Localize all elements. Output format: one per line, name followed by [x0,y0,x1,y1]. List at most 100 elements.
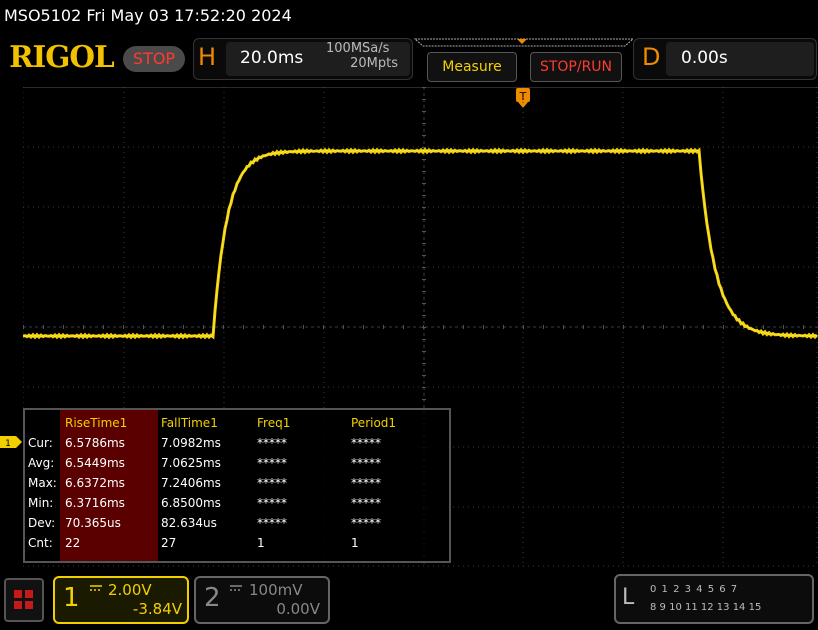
measurement-value: ***** [257,476,287,490]
center-tick [422,135,426,136]
measurement-value: ***** [351,496,381,510]
center-tick [563,325,564,329]
measurement-value: 7.2406ms [161,476,221,490]
center-tick [422,123,426,124]
measurement-value: 6.8500ms [161,496,221,510]
center-tick [223,325,224,329]
ch1-offset-marker[interactable]: 1 [0,436,22,448]
measurement-row-label: Avg: [28,456,55,470]
logic-channels-row2: 8 9 10 11 12 13 14 15 [650,602,762,613]
measurement-value: 6.5449ms [65,456,125,470]
center-tick [343,325,344,329]
center-tick [83,325,84,329]
center-tick [263,325,264,329]
center-tick [422,231,426,232]
center-tick [303,325,304,329]
ch1-marker-label: 1 [5,439,11,448]
measurement-value: 27 [161,536,177,550]
stop-run-button[interactable]: STOP/RUN [530,52,622,82]
center-tick [163,325,164,329]
measurement-value: 7.0982ms [161,436,221,450]
center-tick [422,351,426,352]
ch1-trace-noise [23,149,818,338]
center-tick [243,325,244,329]
dc-coupling-icon [90,585,102,591]
center-tick [143,325,144,329]
measurement-header[interactable]: Period1 [351,416,396,430]
center-tick [523,325,524,329]
measurement-value: 6.6372ms [65,476,125,490]
horizontal-letter: H [198,43,217,71]
logic-channels-row1: 0 1 2 3 4 5 6 7 [650,584,739,595]
center-tick [43,325,44,329]
center-tick [283,325,284,329]
ch1-scale: 2.00V [108,581,152,599]
center-tick [422,363,426,364]
center-tick [422,243,426,244]
center-tick [103,325,104,329]
center-tick [683,325,684,329]
ch2-offset: 0.00V [276,600,320,618]
center-tick [583,325,584,329]
measurement-value: ***** [257,436,287,450]
center-tick [663,325,664,329]
center-tick [23,325,24,329]
measurement-header[interactable]: FallTime1 [161,416,218,430]
ch1-number: 1 [63,583,80,613]
center-tick [643,325,644,329]
home-menu-button[interactable] [4,578,44,622]
model-datetime: MSO5102 Fri May 03 17:52:20 2024 [4,6,292,25]
measurement-row-label: Cnt: [28,536,53,550]
rigol-logo: RIGOL [9,40,115,75]
center-tick [422,387,426,388]
measurement-value: 6.5786ms [65,436,125,450]
sample-rate: 100MSa/s [326,41,390,56]
measurement-row-label: Cur: [28,436,53,450]
measurement-value: ***** [257,516,287,530]
center-tick [422,219,426,220]
measurement-value: 1 [351,536,359,550]
center-tick [703,325,704,329]
memory-position-bar[interactable] [413,38,635,48]
ch1-trace [23,147,818,340]
ch2-number: 2 [204,583,221,613]
ch2-dc-coupling-icon [230,585,242,591]
center-tick [203,325,204,329]
ch2-scale: 100mV [249,581,303,599]
run-state-badge[interactable]: STOP [123,46,185,72]
center-tick [422,255,426,256]
center-tick [323,325,324,329]
center-tick [422,339,426,340]
measurement-value: 6.3716ms [65,496,125,510]
measurement-value: ***** [257,456,287,470]
center-tick [422,327,426,328]
measurement-header[interactable]: Freq1 [257,416,290,430]
center-tick [443,325,444,329]
measurement-value: ***** [351,516,381,530]
center-tick [723,325,724,329]
measurement-value: 7.0625ms [161,456,221,470]
measurement-header[interactable]: RiseTime1 [65,416,127,430]
center-tick [422,291,426,292]
center-tick [183,325,184,329]
measurement-table: RiseTime1 6.5786ms 6.5449ms 6.6372ms 6.3716m… [23,408,451,563]
center-tick [422,399,426,400]
center-tick [422,303,426,304]
center-tick [123,325,124,329]
measurement-value: ***** [351,436,381,450]
grid-menu-icon [14,590,33,609]
center-tick [422,267,426,268]
center-tick [422,147,426,148]
measurement-row-label: Max: [28,476,57,490]
center-tick [422,207,426,208]
center-tick [403,325,404,329]
measurement-value: ***** [351,476,381,490]
ch1-offset: -3.84V [132,600,182,618]
measure-button[interactable]: Measure [427,52,517,82]
measurement-row-label: Min: [28,496,54,510]
center-tick [63,325,64,329]
timebase-value: 20.0ms [240,48,304,68]
center-tick [483,325,484,329]
center-tick [623,325,624,329]
logic-analyzer-button[interactable] [614,574,814,624]
